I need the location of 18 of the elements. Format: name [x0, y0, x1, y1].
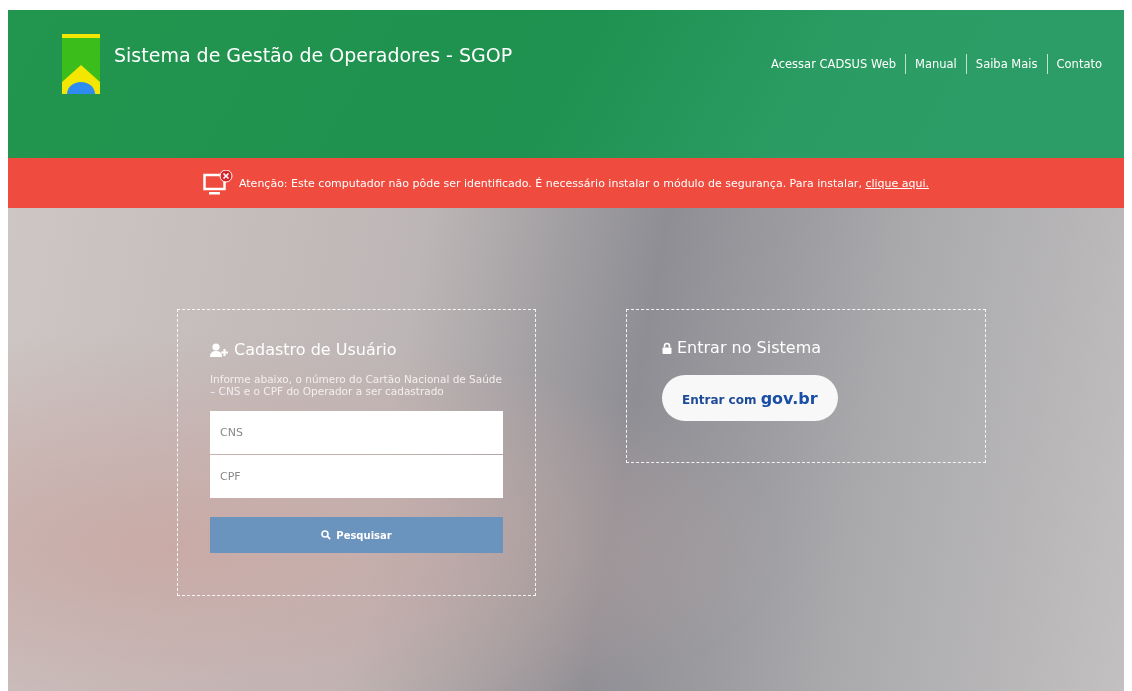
user-add-icon	[210, 342, 229, 357]
nav-link[interactable]: Acessar CADSUS Web	[762, 54, 906, 74]
logo-icon	[62, 34, 100, 94]
search-icon	[321, 530, 332, 540]
warning-message: Atenção: Este computador não pôde ser identificado. É necessário instalar o módulo de segurança. Para instalar, clique aqui.	[238, 176, 930, 190]
monitor-error-icon	[202, 170, 233, 196]
input-field[interactable]: CPF	[210, 455, 503, 498]
login-title: Entrar no Sistema	[677, 338, 822, 357]
install-link[interactable]: clique aqui.	[865, 176, 930, 190]
nav-link[interactable]: Manual	[905, 54, 966, 74]
nav-link[interactable]: Contato	[1046, 54, 1102, 74]
govbr-login-button[interactable]: Entrar com gov.br	[662, 375, 838, 421]
nav-link[interactable]: Saiba Mais	[965, 54, 1047, 74]
search-button[interactable]: Pesquisar	[210, 517, 503, 553]
app-title: Sistema de Gestão de Operadores - SGOP	[114, 44, 513, 66]
lock-icon	[662, 341, 672, 354]
registration-title: Cadastro de Usuário	[234, 340, 397, 359]
input-field[interactable]: CNS	[210, 411, 503, 454]
